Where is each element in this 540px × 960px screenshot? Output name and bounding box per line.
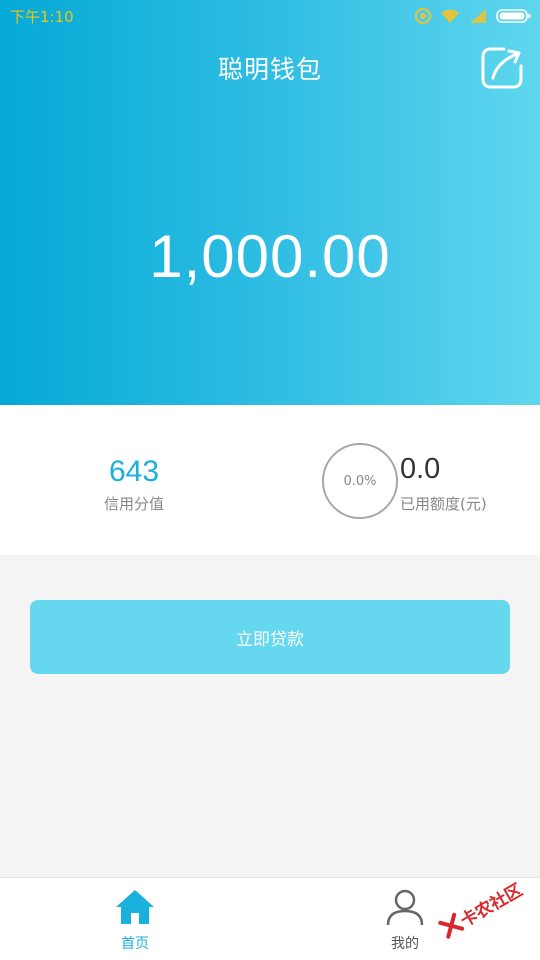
- status-bar: 下午1:10: [0, 0, 540, 32]
- page-title: 聪明钱包: [217, 55, 322, 84]
- credit-score-label: 信用分值: [103, 495, 164, 513]
- notification-icon: [415, 8, 431, 24]
- nav-item-home[interactable]: 首页: [75, 878, 195, 960]
- usage-ring: 0.0%: [322, 443, 398, 519]
- balance-amount: 1,000.00: [149, 223, 391, 290]
- credit-score-value: 643: [108, 455, 160, 488]
- user-icon: [386, 889, 424, 926]
- signal-icon: [470, 9, 486, 23]
- home-icon: [116, 890, 154, 924]
- status-time: 下午1:10: [10, 8, 74, 26]
- app-screen: 下午1:10 聪明钱包 1,000.00 643 信用分值 0.0% 0.0 已…: [0, 0, 540, 960]
- used-amount-value: 0.0: [400, 453, 441, 485]
- watermark-text: 卡农社区: [457, 880, 527, 932]
- header-banner: 下午1:10 聪明钱包 1,000.00: [0, 0, 540, 405]
- nav-label-home: 首页: [121, 936, 149, 952]
- share-icon: [481, 47, 523, 89]
- used-amount-label: 已用额度(元): [400, 495, 487, 513]
- wifi-icon: [441, 9, 459, 23]
- share-button[interactable]: [480, 46, 524, 90]
- apply-loan-button[interactable]: 立即贷款: [30, 600, 510, 674]
- stats-card: 643 信用分值 0.0% 0.0 已用额度(元): [0, 405, 540, 555]
- usage-percent: 0.0%: [343, 473, 377, 489]
- battery-icon: [496, 9, 531, 23]
- status-icons: [414, 6, 532, 26]
